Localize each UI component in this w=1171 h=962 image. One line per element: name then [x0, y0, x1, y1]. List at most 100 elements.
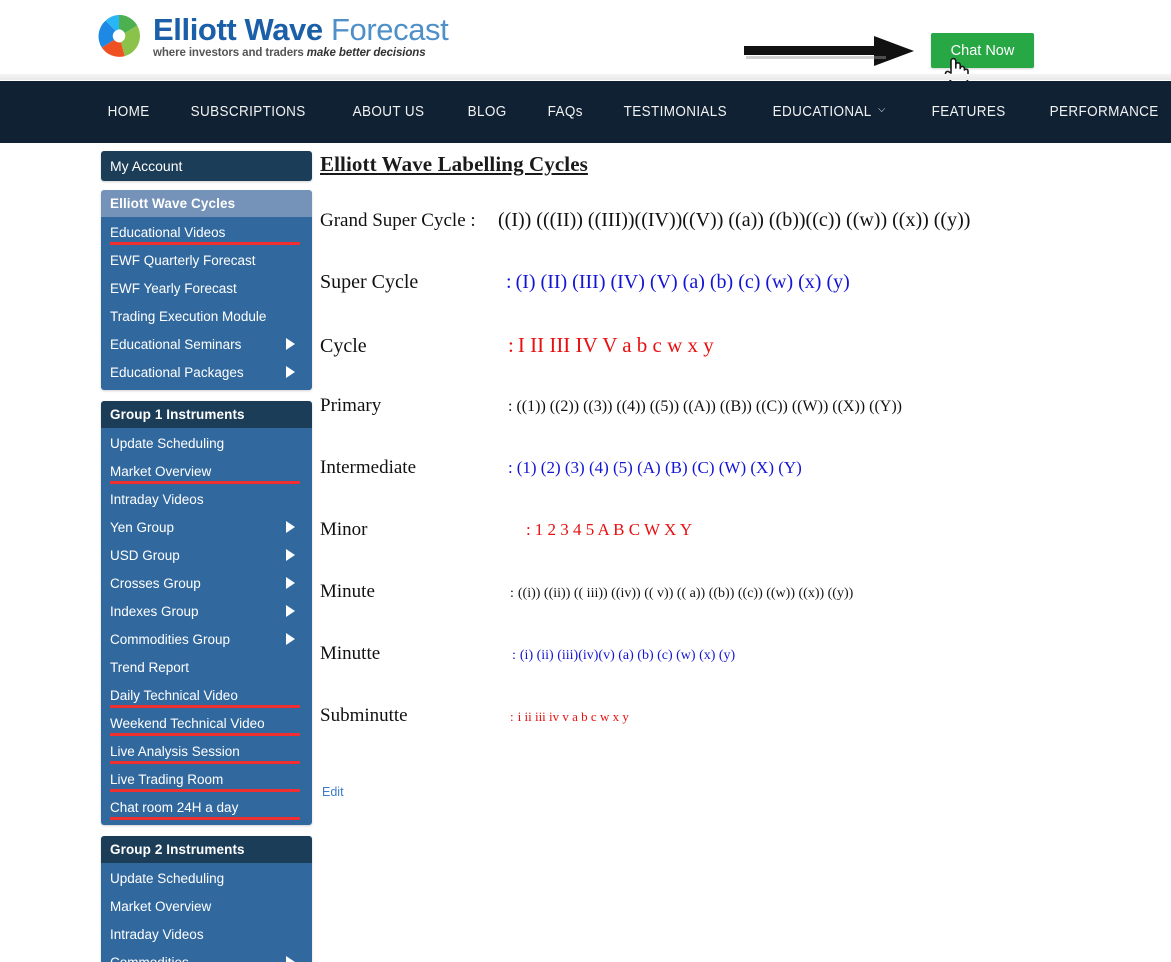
sidebar-item-market-overview[interactable]: Market Overview: [101, 892, 312, 920]
sidebar-item-label: Live Trading Room: [110, 771, 301, 792]
cycle-value-text: 1 2 3 4 5 A B C W X Y: [534, 520, 693, 539]
sidebar-item-live-analysis-session[interactable]: Live Analysis Session: [101, 737, 312, 765]
cycle-row: Cycle: I II III IV V a b c w x y: [320, 333, 1080, 395]
sidebar-item-educational-videos[interactable]: Educational Videos: [101, 218, 312, 246]
page-content: My Account Elliott Wave Cycles Educationa…: [0, 143, 1171, 962]
sidebar-item-trend-report[interactable]: Trend Report: [101, 653, 312, 681]
sidebar-item-daily-technical-video[interactable]: Daily Technical Video: [101, 681, 312, 709]
nav-item-faqs[interactable]: FAQs: [530, 104, 601, 120]
sidebar-item-chat-room-24h-a-day[interactable]: Chat room 24H a day: [101, 793, 312, 821]
nav-item-performance[interactable]: PERFORMANCE: [1032, 104, 1171, 120]
sidebar-item-label: Commodities: [110, 954, 189, 962]
cycle-label: Intermediate: [320, 457, 417, 478]
nav-item-home[interactable]: HOME: [90, 104, 167, 120]
nav-item-label: EDUCATIONAL: [772, 104, 872, 120]
cycle-row: Grand Super Cycle : ((I)) (((II)) ((III))…: [320, 209, 1080, 271]
sidebar-item-commodities[interactable]: Commodities: [101, 948, 312, 962]
sidebar-item-intraday-videos[interactable]: Intraday Videos: [101, 920, 312, 948]
cycle-value-text: ((1)) ((2)) ((3)) ((4)) ((5)) ((A)) ((B)…: [516, 398, 902, 415]
sidebar-item-label: Educational Seminars: [110, 336, 242, 352]
sidebar-item-trading-execution-module[interactable]: Trading Execution Module: [101, 302, 312, 330]
page-title: Elliott Wave Labelling Cycles: [320, 152, 588, 176]
sidebar-item-live-trading-room[interactable]: Live Trading Room: [101, 765, 312, 793]
sidebar-block: Group 1 Instruments Update Scheduling Mark…: [101, 401, 312, 825]
sidebar-block-header: Group 2 Instruments: [101, 836, 312, 863]
cycle-row: Intermediate: (1) (2) (3) (4) (5) (A) (B)…: [320, 457, 1080, 519]
submenu-arrow-icon: [286, 577, 295, 589]
nav-item-label: FEATURES: [931, 104, 1006, 120]
sidebar-item-label: Market Overview: [110, 898, 212, 914]
cycle-value: : ((i)) ((ii)) (( iii)) ((iv)) (( v)) (( …: [510, 586, 853, 602]
sidebar-item-update-scheduling[interactable]: Update Scheduling: [101, 429, 312, 457]
cycle-label: Super Cycle: [320, 271, 419, 293]
nav-item-label: HOME: [107, 104, 150, 120]
logo-title-light: Forecast: [330, 12, 449, 48]
sidebar-item-label: Indexes Group: [110, 603, 199, 619]
page-root: Elliott Wave Forecast where investors an…: [0, 0, 1171, 962]
submenu-arrow-icon: [286, 338, 295, 350]
cycle-value: :1 2 3 4 5 A B C W X Y: [526, 520, 692, 540]
main-panel: Elliott Wave Labelling Cycles Grand Supe…: [320, 143, 1160, 801]
cycle-value: : (I) (II) (III) (IV) (V) (a) (b) (c) (w)…: [506, 271, 850, 294]
sidebar-block: Elliott Wave Cycles Educational Videos EWF…: [101, 190, 312, 390]
sidebar-item-ewf-quarterly-forecast[interactable]: EWF Quarterly Forecast: [101, 246, 312, 274]
sidebar-block-header: Group 1 Instruments: [101, 401, 312, 428]
cycle-colon: :: [508, 333, 514, 357]
sidebar: My Account Elliott Wave Cycles Educationa…: [101, 151, 312, 962]
right-arrow-annotation: [744, 36, 914, 66]
swirl-logo-icon: [96, 13, 142, 59]
nav-item-subscriptions[interactable]: SUBSCRIPTIONS: [173, 104, 323, 120]
nav-item-testimonials[interactable]: TESTIMONIALS: [606, 104, 745, 120]
sidebar-item-label: USD Group: [110, 547, 180, 563]
cycle-value: :I II III IV V a b c w x y: [508, 333, 714, 358]
cycle-value-text: ((I)) (((II)) ((III))((IV))((V)) ((a)) (…: [498, 209, 971, 231]
sidebar-item-label: Educational Videos: [110, 224, 301, 245]
sidebar-item-commodities-group[interactable]: Commodities Group: [101, 625, 312, 653]
nav-item-features[interactable]: FEATURES: [914, 104, 1023, 120]
sidebar-item-my-account[interactable]: My Account: [101, 151, 312, 181]
sidebar-item-label: EWF Yearly Forecast: [110, 280, 237, 296]
nav-item-about-us[interactable]: ABOUT US: [335, 104, 442, 120]
nav-item-label: FAQs: [547, 104, 583, 120]
site-logo[interactable]: Elliott Wave Forecast where investors an…: [95, 12, 449, 60]
sidebar-item-label: Educational Packages: [110, 364, 244, 380]
nav-item-educational[interactable]: EDUCATIONAL ⌵: [755, 104, 903, 120]
cycle-colon: :: [510, 709, 514, 724]
sidebar-item-crosses-group[interactable]: Crosses Group: [101, 569, 312, 597]
nav-item-label: PERFORMANCE: [1049, 104, 1159, 120]
cycle-label: Minute: [320, 581, 375, 602]
sidebar-item-yen-group[interactable]: Yen Group: [101, 513, 312, 541]
cycle-value: : (1) (2) (3) (4) (5) (A) (B) (C) (W) (X)…: [508, 458, 802, 478]
submenu-arrow-icon: [286, 605, 295, 617]
cycle-value-text: (1) (2) (3) (4) (5) (A) (B) (C) (W) (X) …: [516, 458, 802, 477]
edit-link[interactable]: Edit: [322, 785, 344, 799]
sidebar-item-market-overview[interactable]: Market Overview: [101, 457, 312, 485]
sidebar-item-intraday-videos[interactable]: Intraday Videos: [101, 485, 312, 513]
submenu-arrow-icon: [286, 366, 295, 378]
cycle-colon: :: [508, 458, 513, 477]
cycle-value-text: ((i)) ((ii)) (( iii)) ((iv)) (( v)) (( a…: [517, 586, 854, 601]
logo-title-bold: Elliott Wave: [153, 12, 323, 48]
sidebar-item-indexes-group[interactable]: Indexes Group: [101, 597, 312, 625]
sidebar-item-educational-packages[interactable]: Educational Packages: [101, 358, 312, 386]
chat-now-button[interactable]: Chat Now: [931, 33, 1034, 68]
sidebar-item-ewf-yearly-forecast[interactable]: EWF Yearly Forecast: [101, 274, 312, 302]
sidebar-item-educational-seminars[interactable]: Educational Seminars: [101, 330, 312, 358]
sidebar-item-label: Yen Group: [110, 519, 175, 535]
cycle-colon: :: [526, 520, 531, 539]
sidebar-item-label: Market Overview: [110, 463, 301, 484]
sidebar-item-label: EWF Quarterly Forecast: [110, 252, 256, 268]
sidebar-item-weekend-technical-video[interactable]: Weekend Technical Video: [101, 709, 312, 737]
site-header: Elliott Wave Forecast where investors an…: [0, 0, 1171, 85]
nav-item-list: HOME SUBSCRIPTIONS ABOUT US BLOG FAQs TESTIMO…: [90, 81, 1171, 143]
chevron-down-icon: ⌵: [877, 104, 886, 115]
sidebar-item-label: Daily Technical Video: [110, 687, 300, 708]
logo-text: Elliott Wave Forecast where investors an…: [153, 12, 449, 60]
sidebar-item-usd-group[interactable]: USD Group: [101, 541, 312, 569]
nav-item-blog[interactable]: BLOG: [450, 104, 524, 120]
sidebar-item-label: Intraday Videos: [110, 926, 204, 942]
sidebar-item-label: Live Analysis Session: [110, 743, 300, 764]
sidebar-item-update-scheduling[interactable]: Update Scheduling: [101, 864, 312, 892]
cycle-label: Subminutte: [320, 705, 408, 726]
submenu-arrow-icon: [286, 633, 295, 645]
